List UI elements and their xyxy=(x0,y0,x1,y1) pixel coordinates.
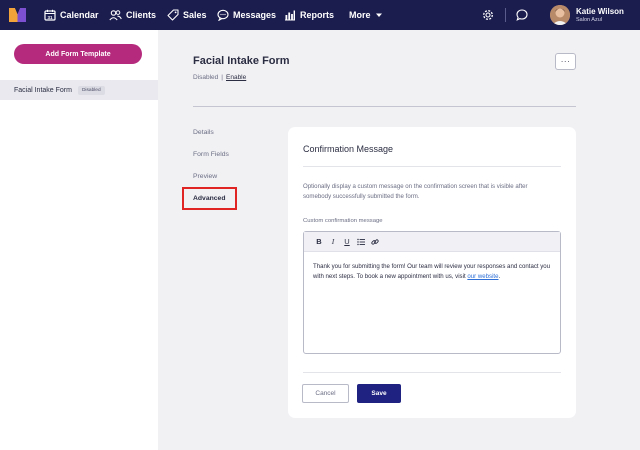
underline-button[interactable]: U xyxy=(340,235,354,249)
editor-toolbar: B I U xyxy=(304,232,560,252)
header-divider xyxy=(193,106,576,107)
card-title-divider xyxy=(303,166,561,167)
editor-content[interactable]: Thank you for submitting the form! Our t… xyxy=(304,252,560,292)
form-templates-sidebar: Add Form Template Facial Intake Form Dis… xyxy=(0,30,158,450)
message-text: Thank you for submitting the form! Our t… xyxy=(313,263,551,280)
tab-advanced[interactable]: Advanced xyxy=(182,187,237,210)
nav-clients-label: Clients xyxy=(126,10,157,20)
user-name[interactable]: Katie Wilson xyxy=(576,7,624,16)
italic-button[interactable]: I xyxy=(326,235,340,249)
chat-bubble-icon[interactable] xyxy=(516,9,528,21)
nav-sales-label: Sales xyxy=(183,10,207,20)
clients-icon xyxy=(109,10,122,21)
nav-reports-label: Reports xyxy=(300,10,335,20)
nav-messages-label: Messages xyxy=(233,10,277,20)
chevron-down-icon xyxy=(375,13,382,17)
calendar-icon: 31 xyxy=(44,9,56,21)
tab-details[interactable]: Details xyxy=(193,129,214,136)
status-badge: Disabled xyxy=(77,85,105,95)
svg-text:31: 31 xyxy=(47,15,53,20)
save-button[interactable]: Save xyxy=(357,384,401,403)
card-footer-divider xyxy=(303,372,561,373)
add-form-template-button[interactable]: Add Form Template xyxy=(14,44,142,64)
top-nav-bar: 31 Calendar Clients Sales Messages Repor… xyxy=(0,0,640,30)
more-options-button[interactable]: ··· xyxy=(555,53,576,70)
tab-preview[interactable]: Preview xyxy=(193,173,217,180)
status-separator: | xyxy=(221,74,223,81)
reports-icon xyxy=(285,10,295,21)
app-logo-icon[interactable] xyxy=(9,8,26,22)
settings-gear-icon[interactable] xyxy=(482,9,494,21)
nav-divider xyxy=(505,8,506,22)
user-organization: Salon Azul xyxy=(576,17,602,23)
cancel-button[interactable]: Cancel xyxy=(302,384,349,403)
sidebar-item-label: Facial Intake Form xyxy=(14,86,72,94)
rich-text-editor[interactable]: B I U Thank you for submitting the form!… xyxy=(303,231,561,354)
nav-reports[interactable]: Reports xyxy=(284,0,334,30)
messages-icon xyxy=(217,9,229,21)
ellipsis-icon: ··· xyxy=(560,57,571,66)
nav-clients[interactable]: Clients xyxy=(109,0,156,30)
message-end: . xyxy=(498,273,501,280)
nav-more[interactable]: More xyxy=(349,0,383,30)
nav-calendar-label: Calendar xyxy=(60,10,99,20)
confirmation-message-card: Confirmation Message Optionally display … xyxy=(288,127,576,418)
bullet-list-button[interactable] xyxy=(354,235,368,249)
bold-button[interactable]: B xyxy=(312,235,326,249)
list-icon xyxy=(357,238,365,245)
sales-tag-icon xyxy=(167,9,179,21)
user-portrait-icon xyxy=(550,5,570,25)
card-title: Confirmation Message xyxy=(303,144,394,154)
confirmation-message-label: Custom confirmation message xyxy=(303,218,383,224)
sidebar-item-facial-intake-form[interactable]: Facial Intake Form Disabled xyxy=(0,80,158,100)
card-description: Optionally display a custom message on t… xyxy=(303,183,528,200)
link-icon xyxy=(371,238,379,245)
our-website-link[interactable]: our website xyxy=(467,273,498,280)
page-title: Facial Intake Form xyxy=(193,55,290,67)
nav-sales[interactable]: Sales xyxy=(167,0,207,30)
form-status-text: Disabled xyxy=(193,74,219,81)
user-avatar[interactable] xyxy=(550,5,570,25)
nav-calendar[interactable]: 31 Calendar xyxy=(44,0,99,30)
nav-messages[interactable]: Messages xyxy=(217,0,276,30)
form-status-line: Disabled | Enable xyxy=(193,74,246,81)
tab-form-fields[interactable]: Form Fields xyxy=(193,151,229,158)
nav-more-label: More xyxy=(349,10,371,20)
enable-link[interactable]: Enable xyxy=(226,74,246,81)
insert-link-button[interactable] xyxy=(368,235,382,249)
tab-advanced-label: Advanced xyxy=(193,195,226,202)
